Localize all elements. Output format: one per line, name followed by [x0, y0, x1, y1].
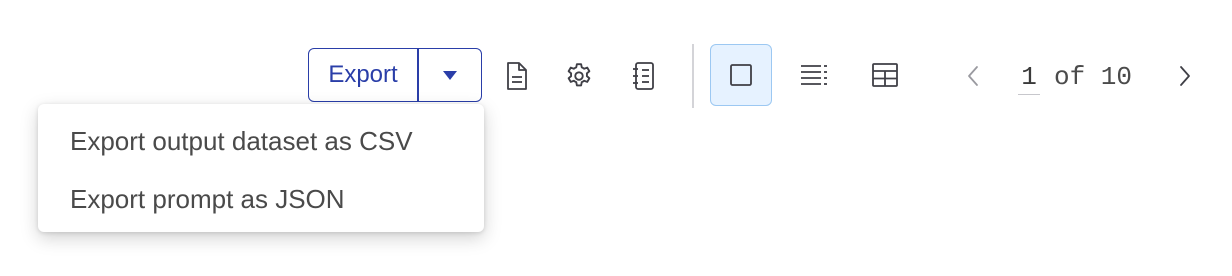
square-icon — [730, 64, 752, 86]
notebook-icon — [633, 62, 654, 90]
document-button[interactable] — [494, 52, 540, 100]
page-total: of 10 — [1054, 62, 1133, 92]
gear-icon — [567, 63, 591, 87]
document-icon — [507, 62, 527, 90]
export-dropdown-menu: Export output dataset as CSV Export prom… — [38, 104, 484, 232]
chevron-left-icon — [968, 66, 978, 86]
chevron-right-icon — [1180, 66, 1190, 86]
export-button[interactable]: Export — [309, 49, 417, 101]
table-icon — [872, 63, 898, 87]
page-number-input[interactable] — [1018, 60, 1040, 95]
next-page-button[interactable] — [1168, 56, 1202, 96]
caret-down-icon — [442, 70, 457, 80]
export-split-button: Export — [308, 48, 482, 102]
list-icon — [801, 65, 827, 85]
list-view-button[interactable] — [783, 44, 845, 106]
settings-button[interactable] — [556, 52, 602, 100]
table-view-button[interactable] — [854, 44, 916, 106]
previous-page-button[interactable] — [956, 56, 990, 96]
menu-item-export-json[interactable]: Export prompt as JSON — [38, 170, 484, 228]
toolbar-separator — [692, 44, 694, 108]
single-view-button[interactable] — [710, 44, 772, 106]
notebook-button[interactable] — [621, 52, 667, 100]
export-dropdown-toggle[interactable] — [419, 49, 482, 101]
menu-item-export-csv[interactable]: Export output dataset as CSV — [38, 112, 484, 170]
